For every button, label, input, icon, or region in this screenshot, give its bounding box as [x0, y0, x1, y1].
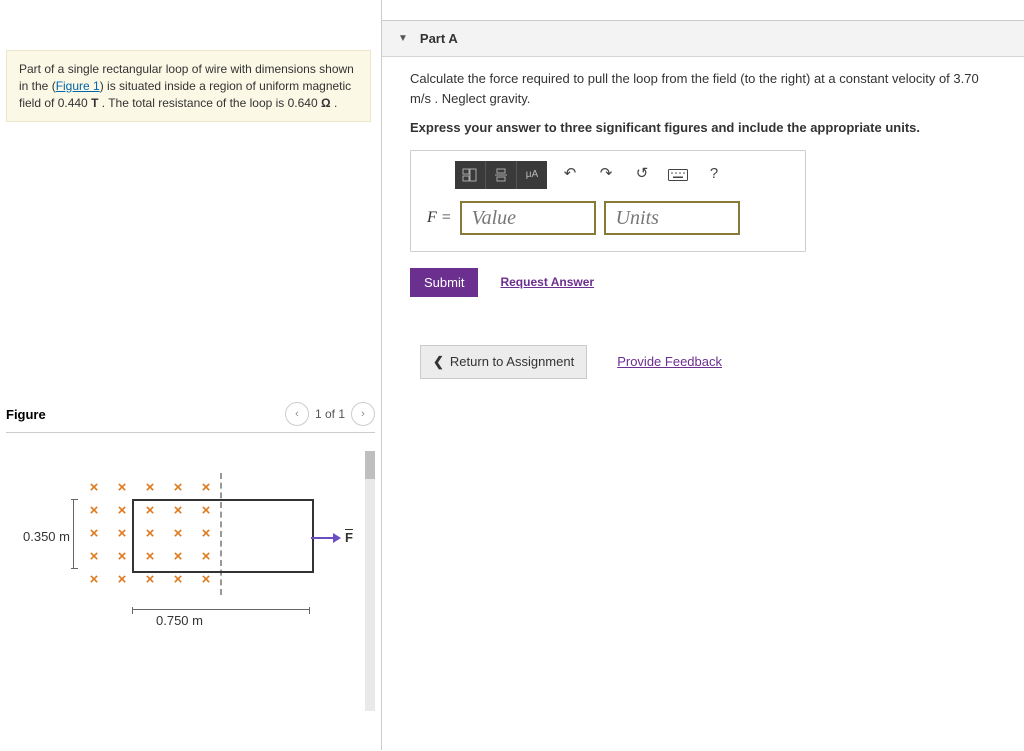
figure-canvas: ▲ ××××× ××××× ××××× ××××× ××××× F 0.350 … [6, 451, 375, 711]
chevron-left-icon: ❮ [433, 354, 444, 370]
question-text: Calculate the force required to pull the… [410, 69, 996, 108]
part-header[interactable]: ▼ Part A [382, 20, 1024, 57]
dim-horizontal-bar [132, 609, 310, 610]
undo-icon[interactable]: ↶ [559, 164, 581, 186]
reset-icon[interactable]: ↺ [631, 164, 653, 186]
request-answer-link[interactable]: Request Answer [500, 273, 594, 291]
wire-loop [132, 499, 314, 573]
scrollbar-thumb[interactable] [365, 451, 375, 479]
next-figure-button[interactable]: › [351, 402, 375, 426]
answer-toolbar: μA ↶ ↷ ↺ ? [455, 161, 797, 189]
return-button[interactable]: ❮ Return to Assignment [420, 345, 587, 379]
figure-pager: ‹ 1 of 1 › [285, 402, 375, 426]
collapse-icon: ▼ [398, 33, 408, 44]
figure-counter: 1 of 1 [315, 407, 345, 421]
dim-vertical-bar [73, 499, 74, 569]
dim-height-label: 0.350 m [23, 529, 70, 544]
instruction-text: Express your answer to three significant… [410, 118, 996, 138]
figure-title: Figure [6, 407, 46, 422]
return-label: Return to Assignment [450, 354, 574, 369]
dim-width-label: 0.750 m [156, 613, 203, 628]
template-icon[interactable] [455, 161, 486, 189]
answer-panel: μA ↶ ↷ ↺ ? F = Value Units [410, 150, 806, 252]
special-char-icon[interactable]: μA [517, 161, 547, 189]
keyboard-icon[interactable] [667, 164, 689, 186]
feedback-link[interactable]: Provide Feedback [617, 352, 722, 372]
submit-button[interactable]: Submit [410, 268, 478, 297]
force-vector: F [311, 529, 353, 545]
part-label: Part A [420, 31, 458, 46]
prev-figure-button[interactable]: ‹ [285, 402, 309, 426]
help-icon[interactable]: ? [703, 164, 725, 186]
value-input[interactable]: Value [460, 201, 596, 235]
fraction-icon[interactable] [486, 161, 517, 189]
redo-icon[interactable]: ↷ [595, 164, 617, 186]
figure-link[interactable]: Figure 1 [56, 79, 100, 93]
problem-statement: Part of a single rectangular loop of wir… [6, 50, 371, 122]
variable-label: F = [427, 206, 452, 230]
units-input[interactable]: Units [604, 201, 740, 235]
